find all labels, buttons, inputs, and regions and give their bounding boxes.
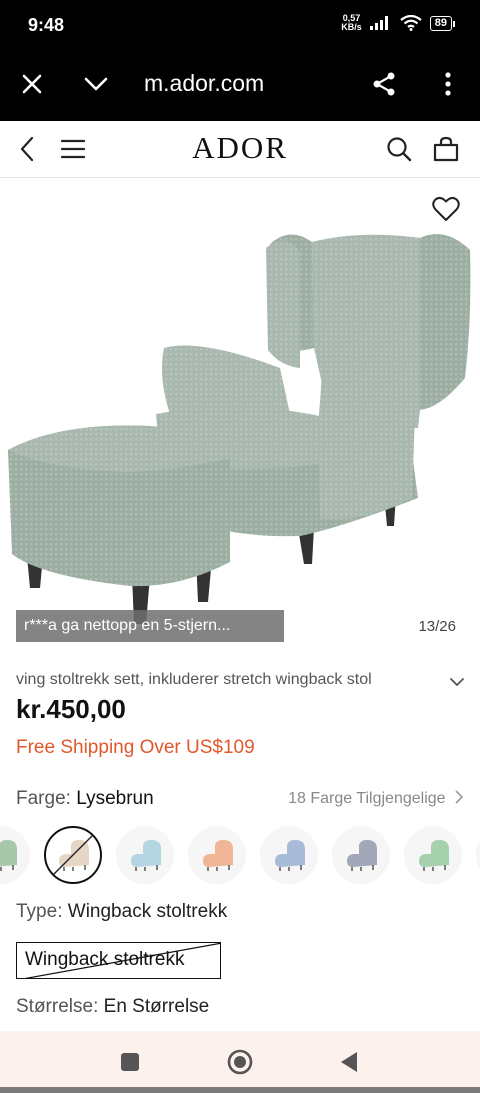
back-nav-button[interactable] — [336, 1049, 362, 1075]
status-time: 9:48 — [28, 15, 65, 35]
color-swatch[interactable] — [0, 826, 30, 884]
heart-icon — [432, 196, 460, 221]
type-selector-header: Type: Wingback stoltrekk — [16, 901, 227, 923]
color-selector-header: Farge: Lysebrun 18 Farge Tilgjengelige — [16, 788, 464, 812]
recent-apps-button[interactable] — [117, 1049, 143, 1075]
product-photo — [8, 234, 471, 624]
triangle-back-icon — [341, 1052, 357, 1072]
battery-indicator: 89 — [429, 15, 456, 31]
size-value: En Størrelse — [103, 996, 210, 1017]
colors-available-link[interactable]: 18 Farge Tilgjengelige — [288, 790, 464, 808]
color-swatch[interactable] — [188, 826, 246, 884]
site-header: ADOR — [0, 121, 480, 178]
size-selector-header: Størrelse: En Størrelse — [16, 996, 209, 1018]
gesture-bar — [0, 1087, 480, 1093]
product-title-row[interactable]: ving stoltrekk sett, inkluderer stretch … — [16, 671, 466, 693]
chair-thumbnail — [419, 839, 449, 871]
shopping-bag-icon — [433, 136, 459, 162]
unavailable-strike — [24, 943, 220, 978]
chevron-down-icon — [84, 77, 108, 91]
color-swatch[interactable] — [332, 826, 390, 884]
share-icon — [373, 72, 395, 96]
address-bar-url[interactable]: m.ador.com — [144, 70, 264, 97]
chair-thumbnail — [275, 839, 305, 871]
cart-button[interactable] — [431, 134, 461, 164]
chevron-down-icon — [450, 678, 464, 686]
image-counter: 13/26 — [418, 618, 456, 635]
status-bar: 9:48 0,57 KB/s 89 — [0, 0, 480, 50]
color-label: Farge: — [16, 788, 71, 809]
more-options-button[interactable] — [432, 68, 464, 100]
type-option-unavailable[interactable]: Wingback stoltrekk — [16, 942, 221, 979]
more-vertical-icon — [445, 72, 451, 96]
system-navigation-bar — [0, 1031, 480, 1093]
color-swatch[interactable] — [260, 826, 318, 884]
network-speed: 0,57 KB/s — [341, 14, 362, 32]
share-button[interactable] — [368, 68, 400, 100]
chair-thumbnail — [52, 834, 94, 876]
wifi-icon — [400, 15, 422, 31]
home-circle-icon — [227, 1049, 253, 1075]
close-tab-button[interactable] — [16, 68, 48, 100]
size-label: Størrelse: — [16, 996, 99, 1017]
color-swatch[interactable] — [404, 826, 462, 884]
search-icon — [387, 137, 412, 162]
chair-thumbnail — [131, 839, 161, 871]
signal-icon — [369, 16, 388, 30]
network-speed-unit: KB/s — [341, 22, 362, 32]
home-button[interactable] — [227, 1049, 253, 1075]
review-notification: r***a ga nettopp en 5-stjern... — [16, 610, 284, 642]
free-shipping-notice: Free Shipping Over US$109 — [16, 737, 255, 758]
chevron-right-icon — [455, 790, 464, 804]
square-icon — [121, 1053, 139, 1071]
collapse-toolbar-button[interactable] — [80, 68, 112, 100]
chair-thumbnail — [347, 839, 377, 871]
close-icon — [22, 74, 42, 94]
product-title: ving stoltrekk sett, inkluderer stretch … — [16, 671, 372, 688]
search-button[interactable] — [384, 134, 414, 164]
product-price: kr.450,00 — [16, 694, 126, 724]
product-image-gallery[interactable]: r***a ga nettopp en 5-stjern... 13/26 — [0, 178, 480, 658]
color-value: Lysebrun — [76, 788, 154, 809]
color-swatch-list — [0, 826, 480, 888]
type-value: Wingback stoltrekk — [67, 901, 228, 922]
color-swatch[interactable] — [116, 826, 174, 884]
colors-available-text: 18 Farge Tilgjengelige — [288, 790, 446, 807]
wishlist-button[interactable] — [432, 196, 462, 226]
type-label: Type: — [16, 901, 63, 922]
browser-toolbar: m.ador.com — [0, 50, 480, 121]
color-swatch[interactable] — [476, 826, 480, 884]
status-indicators: 0,57 KB/s 89 — [341, 14, 456, 32]
color-swatch[interactable] — [44, 826, 102, 884]
chair-thumbnail — [203, 839, 233, 871]
chair-thumbnail — [0, 839, 17, 871]
